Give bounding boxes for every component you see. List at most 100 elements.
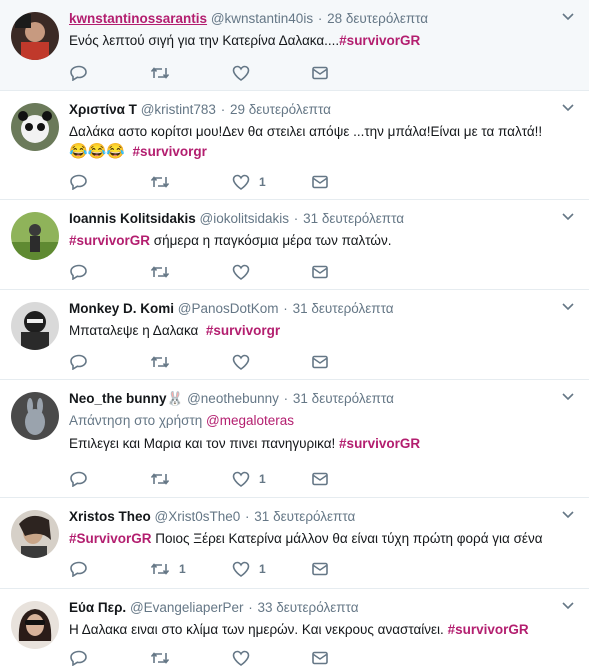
dm-button[interactable] <box>312 262 328 282</box>
like-button[interactable] <box>232 262 259 282</box>
tweet-actions <box>70 648 330 668</box>
dm-button[interactable] <box>312 172 328 192</box>
chevron-down-icon[interactable] <box>561 103 575 113</box>
like-button[interactable]: 1 <box>232 172 266 192</box>
reply-button[interactable] <box>70 648 88 668</box>
user-fullname[interactable]: Εύα Περ. <box>69 600 126 615</box>
tweet[interactable]: kwnstantinossarantis @kwnstantin40is · 2… <box>0 0 589 91</box>
chevron-down-icon[interactable] <box>561 510 575 520</box>
user-handle[interactable]: @kristint783 <box>141 102 216 117</box>
reply-button[interactable] <box>70 172 88 192</box>
avatar[interactable] <box>11 103 59 151</box>
reply-button[interactable] <box>70 262 88 282</box>
rabbit-icon: 🐰 <box>166 391 184 406</box>
user-handle[interactable]: @Xrist0sThe0 <box>155 509 241 524</box>
retweet-count: 1 <box>179 562 186 576</box>
tweet[interactable]: Xristos Theo @Xrist0sThe0 · 31 δευτερόλε… <box>0 498 589 589</box>
retweet-button[interactable]: 1 <box>150 559 186 579</box>
avatar[interactable] <box>11 212 59 260</box>
dm-button[interactable] <box>312 63 328 83</box>
reply-icon <box>70 354 87 370</box>
chevron-down-icon[interactable] <box>561 601 575 611</box>
like-button[interactable] <box>232 352 259 372</box>
hashtag-link[interactable]: #survivorgr <box>206 323 280 338</box>
chevron-down-icon[interactable] <box>561 392 575 402</box>
avatar[interactable] <box>11 12 59 60</box>
reply-icon <box>70 65 87 81</box>
retweet-button[interactable] <box>150 469 179 489</box>
separator-dot: · <box>248 600 253 615</box>
avatar[interactable] <box>11 392 59 440</box>
heart-icon <box>232 471 250 487</box>
reply-icon <box>70 264 87 280</box>
chevron-down-icon[interactable] <box>561 212 575 222</box>
like-button[interactable]: 1 <box>232 559 266 579</box>
reply-button[interactable] <box>70 352 88 372</box>
tweet[interactable]: Monkey D. Komi @PanosDotKom · 31 δευτερό… <box>0 290 589 380</box>
reply-icon <box>70 650 87 666</box>
avatar[interactable] <box>11 510 59 558</box>
user-handle[interactable]: @kwnstantin40is <box>211 11 313 26</box>
retweet-button[interactable] <box>150 262 179 282</box>
chevron-down-icon[interactable] <box>561 12 575 22</box>
tweet[interactable]: Ioannis Kolitsidakis @iokolitsidakis · 3… <box>0 200 589 290</box>
user-handle[interactable]: @PanosDotKom <box>178 301 279 316</box>
timestamp[interactable]: 31 δευτερόλεπτα <box>303 211 404 226</box>
reply-button[interactable] <box>70 559 88 579</box>
user-fullname[interactable]: Neo_the bunny🐰 <box>69 391 183 406</box>
reply-button[interactable] <box>70 63 88 83</box>
hashtag-link[interactable]: #survivorGR <box>69 233 150 248</box>
tweet-body: σήμερα η παγκόσμια μέρα των παλτών. <box>150 233 392 248</box>
avatar[interactable] <box>11 601 59 649</box>
dm-button[interactable] <box>312 352 328 372</box>
hashtag-link[interactable]: #survivorgr <box>133 144 207 159</box>
separator-dot: · <box>245 509 250 524</box>
timestamp[interactable]: 33 δευτερόλεπτα <box>258 600 359 615</box>
tweet[interactable]: Neo_the bunny🐰 @neothebunny · 31 δευτερό… <box>0 380 589 498</box>
like-button[interactable]: 1 <box>232 469 266 489</box>
heart-icon <box>232 561 250 577</box>
dm-button[interactable] <box>312 469 328 489</box>
mention-link[interactable]: @megaloteras <box>206 413 294 428</box>
tweet-body: Ενός λεπτού σιγή για την Κατερίνα Δαλακα… <box>69 33 340 48</box>
user-handle[interactable]: @iokolitsidakis <box>200 211 289 226</box>
timestamp[interactable]: 31 δευτερόλεπτα <box>254 509 355 524</box>
hashtag-link[interactable]: #survivorGR <box>339 33 420 48</box>
hashtag-link[interactable]: #SurvivorGR <box>69 531 152 546</box>
like-count: 1 <box>259 175 266 189</box>
retweet-button[interactable] <box>150 63 179 83</box>
dm-button[interactable] <box>312 559 328 579</box>
tweet-actions <box>70 63 330 83</box>
envelope-icon <box>312 355 328 369</box>
reply-icon <box>70 471 87 487</box>
hashtag-link[interactable]: #survivorGR <box>448 622 529 637</box>
timestamp[interactable]: 29 δευτερόλεπτα <box>230 102 331 117</box>
separator-dot: · <box>283 301 288 316</box>
timestamp[interactable]: 31 δευτερόλεπτα <box>293 391 394 406</box>
tweet[interactable]: Εύα Περ. @EvangeliaperPer · 33 δευτερόλε… <box>0 589 589 669</box>
heart-icon <box>232 264 250 280</box>
timestamp[interactable]: 28 δευτερόλεπτα <box>327 11 428 26</box>
separator-dot: · <box>317 11 323 26</box>
timestamp[interactable]: 31 δευτερόλεπτα <box>293 301 394 316</box>
dm-button[interactable] <box>312 648 328 668</box>
retweet-button[interactable] <box>150 648 179 668</box>
user-handle[interactable]: @neothebunny <box>187 391 279 406</box>
user-handle[interactable]: @EvangeliaperPer <box>130 600 244 615</box>
reply-button[interactable] <box>70 469 88 489</box>
retweet-button[interactable] <box>150 172 179 192</box>
user-fullname[interactable]: kwnstantinossarantis <box>69 11 207 26</box>
user-fullname[interactable]: Ioannis Kolitsidakis <box>69 211 196 226</box>
tweet[interactable]: Χριστίνα Τ @kristint783 · 29 δευτερόλεπτ… <box>0 91 589 200</box>
user-fullname[interactable]: Χριστίνα Τ <box>69 102 137 117</box>
retweet-button[interactable] <box>150 352 179 372</box>
retweet-icon <box>150 266 170 278</box>
hashtag-link[interactable]: #survivorGR <box>339 436 420 451</box>
user-fullname[interactable]: Xristos Theo <box>69 509 151 524</box>
chevron-down-icon[interactable] <box>561 302 575 312</box>
user-fullname[interactable]: Monkey D. Komi <box>69 301 174 316</box>
retweet-icon <box>150 176 170 188</box>
like-button[interactable] <box>232 648 259 668</box>
avatar[interactable] <box>11 302 59 350</box>
like-button[interactable] <box>232 63 259 83</box>
